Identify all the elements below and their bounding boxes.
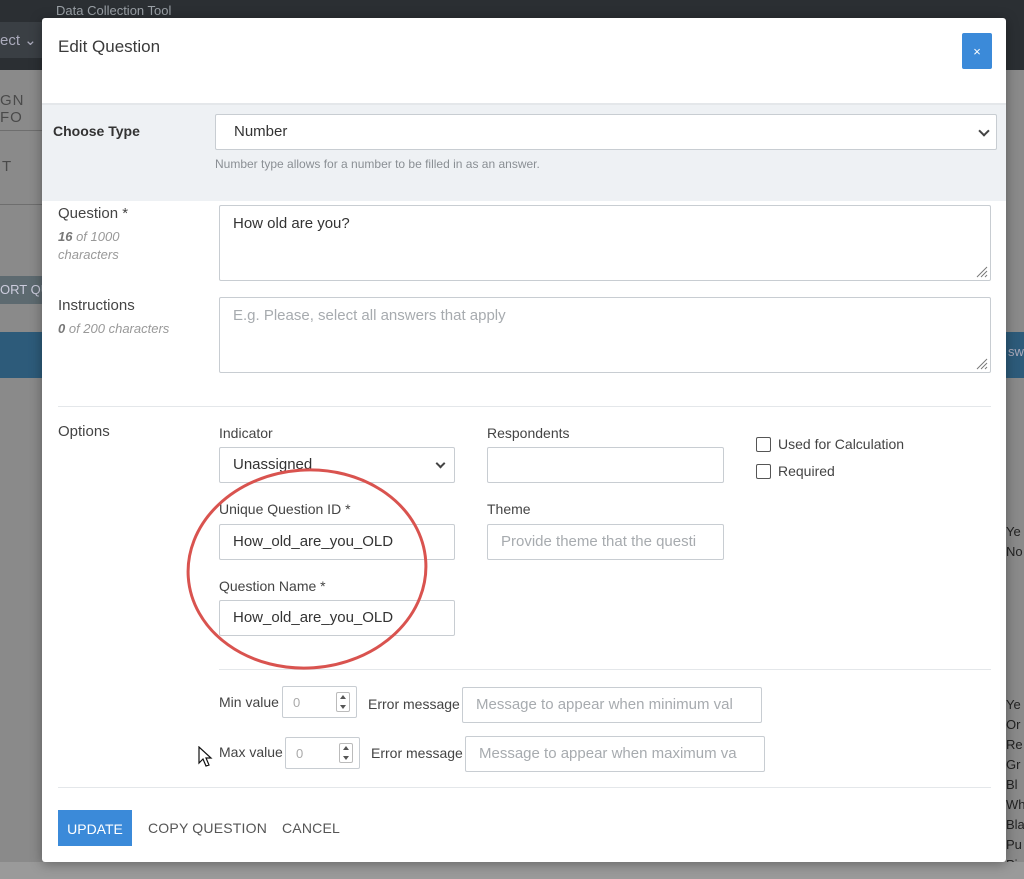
instructions-textarea[interactable]: E.g. Please, select all answers that app… (219, 297, 991, 373)
question-textarea[interactable]: How old are you? (219, 205, 991, 281)
respondents-label: Respondents (487, 425, 570, 441)
question-label: Question * (58, 205, 129, 222)
options-label: Options (58, 423, 110, 440)
checkbox-icon[interactable] (756, 464, 771, 479)
question-type-select[interactable]: Number (215, 114, 997, 150)
indicator-label: Indicator (219, 425, 273, 441)
chevron-down-icon (978, 125, 990, 137)
mouse-cursor-icon (198, 746, 213, 767)
spinner-arrows-icon[interactable] (339, 743, 353, 763)
max-error-label: Error message (371, 745, 463, 761)
checkbox-icon[interactable] (756, 437, 771, 452)
copy-question-button[interactable]: COPY QUESTION (148, 820, 267, 836)
footer-divider (58, 787, 991, 788)
question-type-value: Number (234, 123, 288, 140)
question-name-input[interactable]: How_old_are_you_OLD (219, 600, 455, 636)
edit-question-modal: Edit Question × Choose Type Number Numbe… (42, 18, 1006, 862)
app-table-header-text: sw (1008, 344, 1024, 359)
type-help-text: Number type allows for a number to be fi… (215, 157, 540, 171)
cancel-button[interactable]: CANCEL (282, 820, 340, 836)
app-import-button: ORT QU (0, 276, 44, 304)
app-project-select: ect ⌄ (0, 22, 44, 58)
indicator-value: Unassigned (233, 456, 313, 473)
instructions-placeholder: E.g. Please, select all answers that app… (233, 307, 506, 324)
choose-type-label: Choose Type (53, 123, 140, 139)
respondents-input[interactable] (487, 447, 724, 483)
question-text: How old are you? (233, 215, 350, 232)
min-error-message-input[interactable]: Message to appear when minimum val (462, 687, 762, 723)
unique-question-id-label: Unique Question ID * (219, 501, 351, 517)
update-button[interactable]: UPDATE (58, 810, 132, 846)
spinner-arrows-icon[interactable] (336, 692, 350, 712)
min-value-stepper[interactable]: 0 (282, 686, 357, 718)
question-char-counter: 16 of 1000 characters (58, 229, 120, 262)
modal-title: Edit Question (58, 37, 161, 56)
theme-label: Theme (487, 501, 531, 517)
min-error-label: Error message (368, 696, 460, 712)
modal-header: Edit Question × (42, 18, 1006, 104)
app-side-heading: GN FO (0, 92, 25, 126)
app-right-answers-1: Ye No (1006, 524, 1023, 559)
app-bottom-strip (0, 862, 1024, 879)
indicator-select[interactable]: Unassigned (219, 447, 455, 483)
app-side-column: T (2, 158, 12, 175)
resize-handle-icon[interactable] (974, 356, 988, 370)
instructions-char-counter: 0 of 200 characters (58, 321, 170, 336)
app-title: Data Collection Tool (56, 3, 172, 18)
min-value-label: Min value (219, 694, 279, 710)
app-right-answers-2: YeOr ReGr BlWh BlaPu Pi (1006, 697, 1024, 872)
required-checkbox[interactable]: Required (756, 463, 835, 479)
section-divider (219, 669, 991, 670)
app-divider (0, 130, 44, 131)
resize-handle-icon[interactable] (974, 264, 988, 278)
used-for-calculation-checkbox[interactable]: Used for Calculation (756, 436, 904, 452)
instructions-label: Instructions (58, 297, 135, 314)
unique-question-id-input[interactable]: How_old_are_you_OLD (219, 524, 455, 560)
close-button[interactable]: × (962, 33, 992, 69)
max-error-message-input[interactable]: Message to appear when maximum va (465, 736, 765, 772)
theme-input[interactable]: Provide theme that the questi (487, 524, 724, 560)
max-value-label: Max value (219, 744, 283, 760)
chevron-down-icon (435, 458, 446, 469)
question-name-label: Question Name * (219, 578, 326, 594)
app-divider (0, 204, 44, 205)
section-divider (58, 406, 991, 407)
max-value-stepper[interactable]: 0 (285, 737, 360, 769)
